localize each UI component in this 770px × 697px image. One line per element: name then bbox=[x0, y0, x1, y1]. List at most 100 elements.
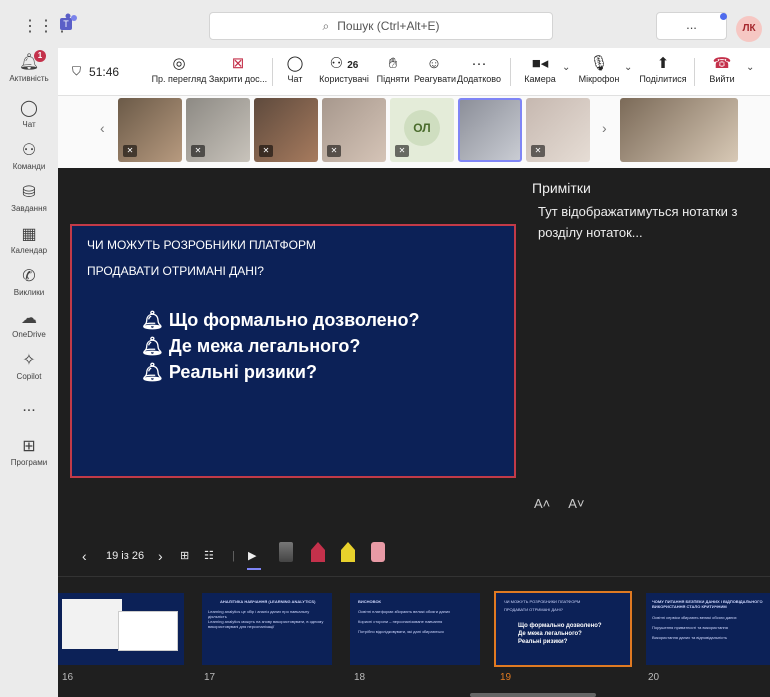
rail-item-tasks[interactable]: ⛁ Завдання bbox=[0, 184, 58, 213]
thumbnail-number: 16 bbox=[62, 672, 74, 683]
control-label: Чат bbox=[287, 74, 303, 84]
stop-share-icon: ⊠ bbox=[231, 55, 245, 72]
rail-item-chat[interactable]: ◯ Чат bbox=[0, 100, 58, 129]
chat-button[interactable]: ◯ Чат bbox=[280, 54, 310, 84]
bell-icon: 🔔︎ bbox=[141, 310, 164, 330]
thumbnail-text: ПРОДАВАТИ ОТРИМАНІ ДАНІ? bbox=[504, 607, 563, 612]
copilot-icon: ✧ bbox=[22, 352, 36, 369]
rail-item-more[interactable]: ... bbox=[0, 398, 58, 416]
mic-off-icon: ✕ bbox=[191, 145, 205, 157]
decrease-font-button[interactable]: A˅ bbox=[568, 496, 584, 511]
thumbnail-number: 19 bbox=[500, 672, 512, 683]
mic-button[interactable]: 🎙︎ Мікрофон bbox=[576, 54, 622, 84]
rail-item-calls[interactable]: ✆ Виклики bbox=[0, 268, 58, 297]
mic-off-icon: ✕ bbox=[123, 145, 137, 157]
title-bar: ⋮⋮⋮ T ⌕ Пошук (Ctrl+Alt+E) ... ЛК bbox=[0, 0, 770, 48]
rail-item-label: Виклики bbox=[13, 288, 45, 297]
rail-item-calendar[interactable]: ▦ Календар bbox=[0, 226, 58, 255]
thumbnail-text: Де межа легального? bbox=[518, 631, 582, 637]
next-slide-button[interactable]: › bbox=[158, 536, 163, 576]
notification-dot bbox=[720, 13, 727, 20]
slide-thumbnail[interactable]: ВИСНОВОК Освітні платформи збирають вели… bbox=[350, 593, 480, 665]
shield-icon: ⛉ bbox=[72, 64, 82, 78]
avatar[interactable]: ЛК bbox=[736, 16, 762, 42]
laser-pen-icon[interactable] bbox=[279, 542, 293, 562]
participant-tile[interactable] bbox=[620, 98, 738, 162]
slide-thumbnail[interactable]: АНАЛІТИКА НАВЧАННЯ (LEARNING ANALYTICS) … bbox=[202, 593, 332, 665]
rail-item-apps[interactable]: ⊞ Програми bbox=[0, 438, 58, 467]
thumbnail-scrollbar[interactable] bbox=[470, 693, 596, 697]
eraser-icon[interactable] bbox=[371, 542, 385, 562]
notes-text: Тут відображатимуться нотатки з розділу … bbox=[538, 204, 738, 240]
bullet-text: Що формально дозволено? bbox=[168, 310, 420, 330]
slide-navigation: ‹ 19 із 26 › ⊞ ☷ | ▶ bbox=[58, 536, 770, 576]
react-button[interactable]: ☺ Реагувати bbox=[414, 54, 456, 84]
slide-thumbnail-active[interactable]: ЧИ МОЖУТЬ РОЗРОБНИКИ ПЛАТФОРМ ПРОДАВАТИ … bbox=[494, 591, 632, 667]
teams-logo-icon: T bbox=[60, 13, 77, 30]
chevron-down-icon[interactable]: ⌄ bbox=[624, 62, 632, 73]
ellipsis-icon: ··· bbox=[471, 55, 487, 72]
participant-tile[interactable]: ✕ bbox=[526, 98, 590, 162]
rail-item-teams[interactable]: ⚇ Команди bbox=[0, 142, 58, 171]
thumbnail-text: Потрібно відслідковувати, які дані збира… bbox=[358, 629, 444, 634]
thumbnail-number: 17 bbox=[204, 672, 216, 683]
slide-thumbnail[interactable] bbox=[58, 593, 184, 665]
divider bbox=[272, 58, 273, 86]
rail-item-label: Календар bbox=[10, 246, 48, 255]
more-options-button[interactable]: ... bbox=[656, 12, 727, 40]
thumbnail-title: ВИСНОВОК bbox=[358, 599, 381, 604]
search-placeholder: Пошук (Ctrl+Alt+E) bbox=[337, 19, 440, 33]
thumbnail-title: ЧОМУ ПИТАННЯ БЕЗПЕКИ ДАНИХ І ВІДПОВІДАЛЬ… bbox=[652, 599, 763, 609]
prev-slide-button[interactable]: ‹ bbox=[82, 536, 87, 576]
presenter-view-button[interactable]: ◎ Пр. перегляд bbox=[148, 54, 210, 84]
chevron-right-icon[interactable]: › bbox=[602, 120, 607, 136]
chat-icon: ◯ bbox=[20, 100, 38, 117]
pointer-tool-icon[interactable]: ▶ bbox=[248, 536, 256, 576]
raise-hand-button[interactable]: ✋︎ Підняти bbox=[376, 54, 410, 84]
meeting-controls: ⛉ 51:46 ◎ Пр. перегляд ⊠ Закрити дос... … bbox=[58, 48, 770, 96]
participant-tile[interactable]: ОЛ ✕ bbox=[390, 98, 454, 162]
leave-button[interactable]: ☎ Вийти bbox=[702, 54, 742, 84]
chevron-left-icon[interactable]: ‹ bbox=[100, 120, 105, 136]
meeting-timer: ⛉ 51:46 bbox=[72, 64, 119, 79]
control-label: Поділитися bbox=[639, 74, 687, 84]
camera-button[interactable]: ■◂ Камера bbox=[520, 54, 560, 84]
app-rail: 🔔︎ 1 Активність ◯ Чат ⚇ Команди ⛁ Завдан… bbox=[0, 48, 58, 697]
svg-text:T: T bbox=[63, 19, 69, 29]
control-label: Закрити дос... bbox=[208, 74, 268, 84]
rail-item-label: Програми bbox=[10, 458, 48, 467]
slide-bullet: 🔔︎ Що формально дозволено? bbox=[141, 310, 420, 331]
active-tool-indicator bbox=[247, 568, 261, 570]
more-actions-button[interactable]: ··· Додатково bbox=[456, 54, 502, 84]
rail-item-label: Активність bbox=[9, 74, 49, 83]
teams-icon: ⚇ bbox=[21, 142, 37, 159]
participant-tile[interactable]: ✕ bbox=[254, 98, 318, 162]
control-label: Мікрофон bbox=[578, 74, 620, 84]
participant-tile[interactable] bbox=[458, 98, 522, 162]
slide-thumbnail[interactable]: ЧОМУ ПИТАННЯ БЕЗПЕКИ ДАНИХ І ВІДПОВІДАЛЬ… bbox=[646, 593, 770, 665]
thumbnail-text: Освітні платформи збирають великі обсяги… bbox=[358, 609, 451, 614]
share-button[interactable]: ⬆ Поділитися bbox=[638, 54, 688, 84]
control-label: Пр. перегляд bbox=[151, 74, 207, 84]
tasks-icon: ⛁ bbox=[22, 184, 36, 201]
thumbnail-image bbox=[118, 611, 178, 651]
rail-item-copilot[interactable]: ✧ Copilot bbox=[0, 352, 58, 381]
rail-item-onedrive[interactable]: ☁ OneDrive bbox=[0, 310, 58, 339]
chevron-down-icon[interactable]: ⌄ bbox=[562, 62, 570, 73]
slide-question-line-1: ЧИ МОЖУТЬ РОЗРОБНИКИ ПЛАТФОРМ bbox=[87, 238, 316, 252]
settings-sliders-icon[interactable]: ☷ bbox=[204, 536, 214, 576]
stop-sharing-button[interactable]: ⊠ Закрити дос... bbox=[208, 54, 268, 84]
avatar: ОЛ bbox=[404, 110, 440, 146]
participant-tile[interactable]: ✕ bbox=[118, 98, 182, 162]
rail-item-activity[interactable]: 🔔︎ 1 Активність bbox=[0, 50, 58, 83]
control-label: Користувачі bbox=[319, 74, 369, 84]
search-input[interactable]: ⌕ Пошук (Ctrl+Alt+E) bbox=[209, 12, 553, 40]
increase-font-button[interactable]: A˄ bbox=[534, 496, 550, 511]
participant-tile[interactable]: ✕ bbox=[322, 98, 386, 162]
chevron-down-icon[interactable]: ⌄ bbox=[746, 62, 754, 73]
thumbnail-title: ЧИ МОЖУТЬ РОЗРОБНИКИ ПЛАТФОРМ bbox=[504, 599, 581, 604]
people-button[interactable]: ⚇ 26 Користувачі bbox=[318, 54, 370, 84]
participant-tile[interactable]: ✕ bbox=[186, 98, 250, 162]
chat-icon: ◯ bbox=[286, 55, 304, 72]
grid-view-icon[interactable]: ⊞ bbox=[180, 536, 189, 576]
